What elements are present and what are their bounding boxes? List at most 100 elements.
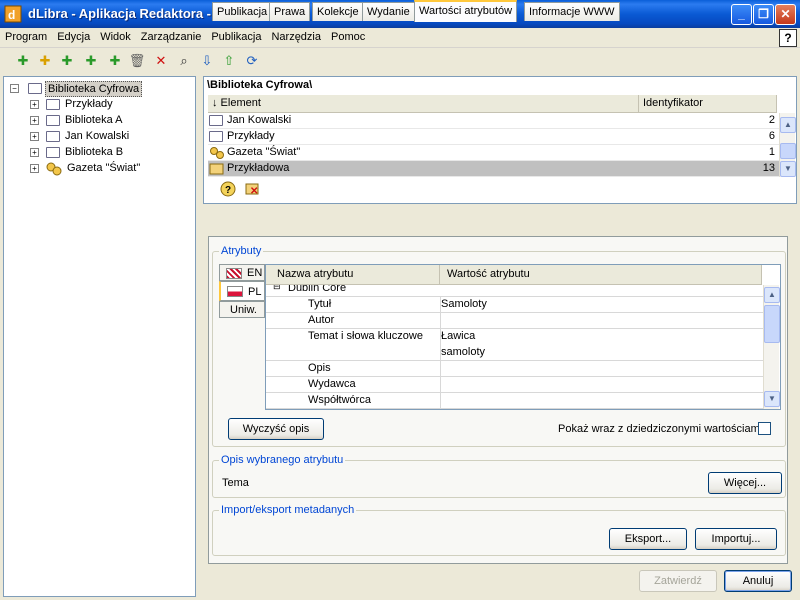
context-help-icon[interactable]: ? xyxy=(779,29,797,47)
tab-wartosci-atrybutow[interactable]: Wartości atrybutów xyxy=(414,0,518,22)
add-publication-icon[interactable]: ✚ xyxy=(14,52,32,70)
expand-icon[interactable]: + xyxy=(30,116,39,125)
scroll-up-icon[interactable]: ▲ xyxy=(764,287,780,303)
list-item[interactable]: Przykłady 6 xyxy=(208,129,779,145)
remove-element-icon[interactable]: ✕ xyxy=(244,181,260,197)
attribute-row[interactable]: Tytuł Samoloty xyxy=(266,297,763,313)
delete-icon[interactable]: 🗑 xyxy=(128,52,146,70)
list-item-id: 2 xyxy=(768,114,775,126)
column-header-attribute-value[interactable]: Wartość atrybutu xyxy=(440,265,762,285)
attributes-group-title: Atrybuty xyxy=(219,245,264,257)
collapse-icon[interactable]: − xyxy=(10,84,19,93)
attribute-row[interactable]: samoloty xyxy=(266,345,763,361)
library-tree[interactable]: − Biblioteka Cyfrowa + Przykłady + Bibli… xyxy=(3,76,196,597)
periodical-icon xyxy=(46,162,62,176)
language-label: EN xyxy=(247,267,263,279)
language-tab-en[interactable]: EN xyxy=(219,264,265,281)
refresh-icon[interactable]: ⟳ xyxy=(243,52,261,70)
attribute-row[interactable]: Współtwórca xyxy=(266,393,763,409)
language-label: Uniw. xyxy=(230,304,257,316)
menu-program[interactable]: Program xyxy=(0,28,52,43)
language-label: PL xyxy=(248,286,262,298)
add-edition-icon[interactable]: ✚ xyxy=(82,52,100,70)
tree-item-label: Gazeta "Świat" xyxy=(67,162,141,174)
scroll-thumb[interactable] xyxy=(764,305,780,343)
import-button[interactable]: Importuj... xyxy=(695,528,777,550)
tree-item[interactable]: + Gazeta "Świat" xyxy=(28,161,188,177)
show-inherited-checkbox[interactable] xyxy=(758,422,771,435)
svg-text:?: ? xyxy=(225,185,231,196)
menu-narzedzia[interactable]: Narzędzia xyxy=(266,28,326,43)
scroll-down-icon[interactable]: ▼ xyxy=(780,161,796,177)
tab-publikacja[interactable]: Publikacja xyxy=(212,2,273,21)
remove-icon[interactable]: ✕ xyxy=(152,52,170,70)
attribute-value[interactable]: Samoloty xyxy=(441,298,487,310)
menu-edycja[interactable]: Edycja xyxy=(52,28,95,43)
element-list-scrollbar[interactable]: ▲ ▼ xyxy=(779,113,796,177)
tree-item[interactable]: + Biblioteka B xyxy=(28,145,188,161)
search-icon[interactable]: ⌕ xyxy=(175,52,193,70)
tab-kolekcje[interactable]: Kolekcje xyxy=(312,2,364,21)
list-item-name: Jan Kowalski xyxy=(227,114,292,126)
add-collection-icon[interactable]: ✚ xyxy=(58,52,76,70)
list-item-id: 13 xyxy=(762,162,775,174)
description-text: Tema xyxy=(222,477,249,489)
expand-icon[interactable]: + xyxy=(30,100,39,109)
add-element-icon[interactable]: ✚ xyxy=(106,52,124,70)
attribute-value[interactable]: Ławica xyxy=(441,330,475,342)
more-button[interactable]: Więcej... xyxy=(708,472,782,494)
attributes-table[interactable]: Nazwa atrybutu Wartość atrybutu ⊟ Dublin… xyxy=(265,264,781,410)
column-header-identifier[interactable]: Identyfikator xyxy=(639,95,777,113)
close-button[interactable]: ✕ xyxy=(775,4,796,25)
attribute-row[interactable]: Wydawca xyxy=(266,377,763,393)
column-header-attribute-name[interactable]: Nazwa atrybutu xyxy=(266,265,440,285)
clear-description-button[interactable]: Wyczyść opis xyxy=(228,418,324,440)
expand-icon[interactable]: + xyxy=(30,132,39,141)
confirm-button[interactable]: Zatwierdź xyxy=(639,570,717,592)
tree-root[interactable]: − Biblioteka Cyfrowa xyxy=(8,81,188,97)
collapse-icon[interactable]: ⊟ xyxy=(273,285,281,292)
attribute-row[interactable]: Opis xyxy=(266,361,763,377)
list-item[interactable]: Gazeta "Świat" 1 xyxy=(208,145,779,161)
attributes-scrollbar[interactable]: ▲ ▼ xyxy=(763,285,780,409)
tree-item[interactable]: + Biblioteka A xyxy=(28,113,188,129)
menu-pomoc[interactable]: Pomoc xyxy=(326,28,370,43)
dlibra-app-icon: d xyxy=(4,5,22,23)
attribute-row[interactable]: Temat i słowa kluczowe Ławica xyxy=(266,329,763,345)
language-tab-pl[interactable]: PL xyxy=(219,281,265,301)
publication-icon xyxy=(209,163,224,175)
menu-widok[interactable]: Widok xyxy=(95,28,136,43)
section-row[interactable]: ⊟ Dublin Core xyxy=(266,285,763,297)
language-tab-universal[interactable]: Uniw. xyxy=(219,301,265,318)
menu-publikacja[interactable]: Publikacja xyxy=(206,28,266,43)
attribute-name: Współtwórca xyxy=(308,394,371,406)
cancel-button[interactable]: Anuluj xyxy=(724,570,792,592)
menu-zarzadzanie[interactable]: Zarządzanie xyxy=(136,28,207,43)
attribute-name: Autor xyxy=(308,314,335,326)
tab-prawa[interactable]: Prawa xyxy=(269,2,311,21)
scroll-up-icon[interactable]: ▲ xyxy=(780,117,796,133)
tree-item[interactable]: + Jan Kowalski xyxy=(28,129,188,145)
import-icon[interactable]: ⇩ xyxy=(198,52,216,70)
tab-wydanie[interactable]: Wydanie xyxy=(362,2,415,21)
attribute-value[interactable]: samoloty xyxy=(441,346,485,358)
tab-informacje-www[interactable]: Informacje WWW xyxy=(524,2,620,21)
maximize-button[interactable]: ❐ xyxy=(753,4,774,25)
list-item[interactable]: Jan Kowalski 2 xyxy=(208,113,779,129)
scroll-down-icon[interactable]: ▼ xyxy=(764,391,780,407)
expand-icon[interactable]: + xyxy=(30,148,39,157)
expand-icon[interactable]: + xyxy=(30,164,39,173)
attribute-row[interactable]: Autor xyxy=(266,313,763,329)
add-group-icon[interactable]: ✚ xyxy=(36,52,54,70)
export-icon[interactable]: ⇧ xyxy=(220,52,238,70)
section-label: Dublin Core xyxy=(288,285,347,294)
folder-icon xyxy=(209,131,223,142)
tree-item[interactable]: + Przykłady xyxy=(28,97,188,113)
minimize-button[interactable]: _ xyxy=(731,4,752,25)
scroll-thumb[interactable] xyxy=(780,143,796,159)
help-action-icon[interactable]: ? xyxy=(220,181,236,197)
tree-root-label: Biblioteka Cyfrowa xyxy=(45,81,143,97)
column-header-element[interactable]: ↓ Element xyxy=(208,95,639,113)
export-button[interactable]: Eksport... xyxy=(609,528,687,550)
list-item-selected[interactable]: Przykładowa 13 xyxy=(208,161,779,177)
